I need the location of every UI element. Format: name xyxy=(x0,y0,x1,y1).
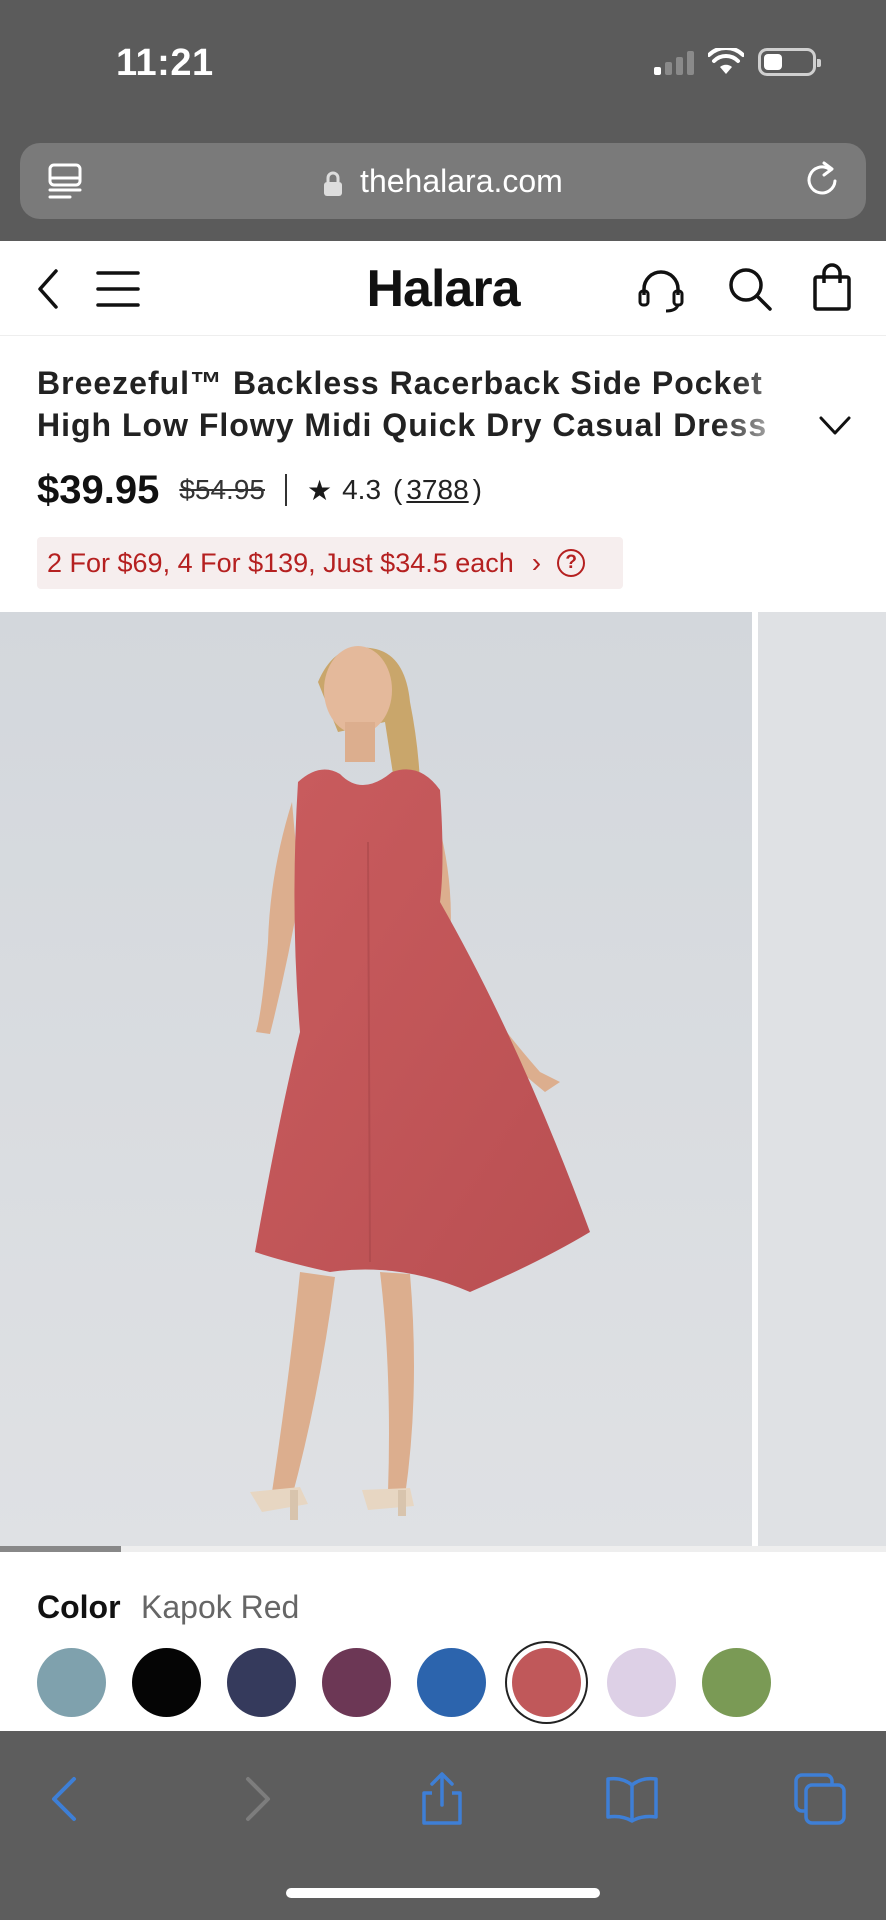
color-swatch[interactable] xyxy=(132,1648,201,1717)
back-arrow-icon[interactable] xyxy=(38,1771,94,1827)
home-indicator xyxy=(286,1888,600,1898)
chevron-down-icon[interactable] xyxy=(818,414,852,438)
gallery-progress-bar xyxy=(0,1546,886,1552)
bookmarks-icon[interactable] xyxy=(604,1771,660,1827)
url-domain[interactable]: thehalara.com xyxy=(360,163,563,199)
product-title: Breezeful™ Backless Racerback Side Pocke… xyxy=(37,362,827,446)
color-row: Color Kapok Red xyxy=(37,1589,299,1626)
search-icon[interactable] xyxy=(726,265,774,313)
product-title-line-2: High Low Flowy Midi Quick Dry Casual Dre… xyxy=(37,407,768,443)
help-icon[interactable]: ? xyxy=(557,549,586,577)
color-swatch[interactable] xyxy=(37,1648,106,1717)
promo-banner[interactable]: 2 For $69, 4 For $139, Just $34.5 each ›… xyxy=(37,537,623,589)
url-text-container[interactable]: thehalara.com xyxy=(20,163,866,200)
original-price: $54.95 xyxy=(179,474,265,505)
color-swatch[interactable] xyxy=(702,1648,771,1717)
site-header: Halara xyxy=(0,241,886,336)
review-count-link[interactable]: 3788 xyxy=(406,474,468,506)
color-swatch[interactable] xyxy=(322,1648,391,1717)
rating-value: 4.3 xyxy=(342,474,382,505)
product-image[interactable] xyxy=(0,612,752,1546)
color-swatch[interactable] xyxy=(227,1648,296,1717)
status-icons xyxy=(654,48,821,76)
browser-top-chrome: 11:21 thehalara.com xyxy=(0,0,886,241)
lock-icon xyxy=(324,171,343,196)
reload-icon[interactable] xyxy=(802,159,844,201)
product-title-line-1: Breezeful™ Backless Racerback Side Pocke… xyxy=(37,365,763,401)
shopping-bag-icon[interactable] xyxy=(810,263,854,313)
color-swatches xyxy=(37,1648,771,1717)
price-divider xyxy=(284,474,287,506)
model-in-dress-image xyxy=(0,612,752,1546)
forward-arrow-icon[interactable] xyxy=(228,1771,284,1827)
next-product-image[interactable] xyxy=(758,612,886,1546)
color-label: Color xyxy=(37,1589,121,1625)
promo-text[interactable]: 2 For $69, 4 For $139, Just $34.5 each xyxy=(47,548,514,579)
product-gallery[interactable] xyxy=(0,612,886,1546)
gallery-progress-fill xyxy=(0,1546,122,1552)
share-icon[interactable] xyxy=(414,1771,470,1827)
color-swatch[interactable] xyxy=(607,1648,676,1717)
chevron-right-icon[interactable]: › xyxy=(532,547,541,579)
battery-icon xyxy=(758,48,821,76)
status-time: 11:21 xyxy=(116,42,214,84)
current-price: $39.95 xyxy=(37,467,160,512)
selected-color-name: Kapok Red xyxy=(141,1589,300,1625)
tabs-icon[interactable] xyxy=(792,1771,848,1827)
support-headset-icon[interactable] xyxy=(636,267,686,313)
star-icon: ★ xyxy=(306,474,333,506)
color-swatch[interactable] xyxy=(512,1648,581,1717)
url-bar[interactable]: thehalara.com xyxy=(20,143,866,219)
color-swatch[interactable] xyxy=(417,1648,486,1717)
review-paren-close: ) xyxy=(472,474,482,505)
cellular-signal-icon xyxy=(654,49,694,75)
price-row: $39.95 $54.95 ★ 4.3 ( 3788 ) xyxy=(37,465,486,515)
wifi-icon xyxy=(708,48,744,74)
review-paren-open: ( xyxy=(393,474,403,505)
